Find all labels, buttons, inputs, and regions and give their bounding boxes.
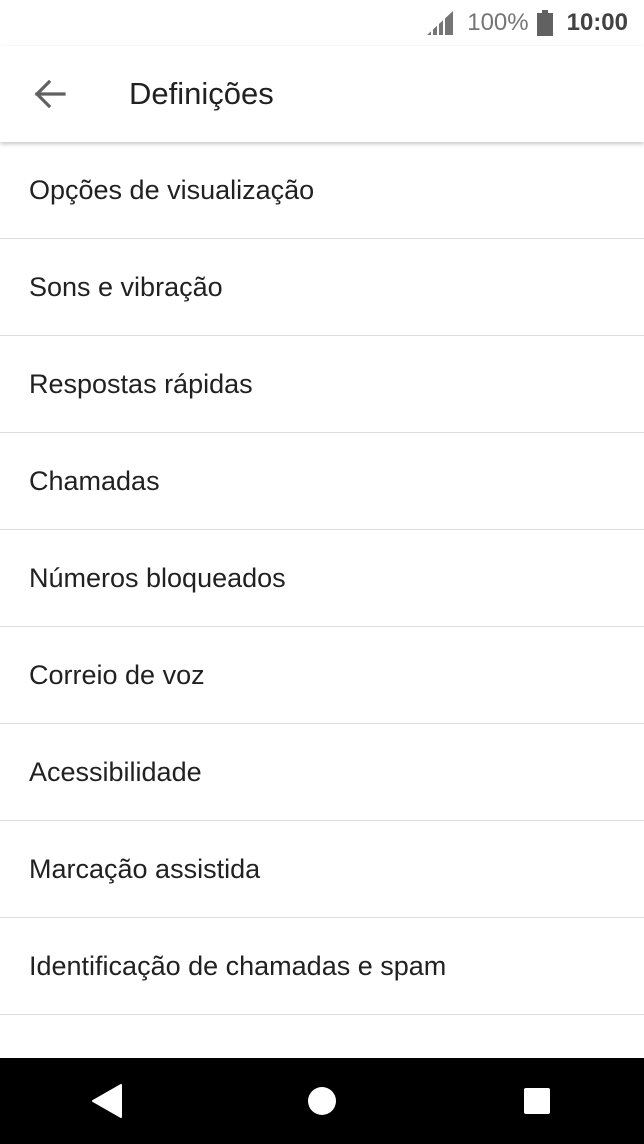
cellular-signal-icon [427,11,454,35]
nav-back-triangle-icon [91,1083,123,1119]
settings-item-display-options[interactable]: Opções de visualização [0,142,644,239]
battery-full-icon [536,10,553,36]
settings-item-assisted-dialing[interactable]: Marcação assistida [0,821,644,918]
settings-screen: 100% 10:00 Definições Opções de visualiz… [0,0,644,1144]
settings-list: Opções de visualização Sons e vibração R… [0,142,644,1058]
status-bar: 100% 10:00 [0,0,644,46]
page-title: Definições [129,76,274,111]
battery-percent: 100% [467,9,529,36]
settings-item-partial[interactable] [0,1015,644,1058]
nav-recents-square-icon [523,1087,551,1115]
arrow-back-icon [34,80,66,108]
app-bar: Definições [0,46,644,142]
nav-home-button[interactable] [282,1061,362,1141]
status-clock: 10:00 [566,9,628,36]
settings-item-blocked-numbers[interactable]: Números bloqueados [0,530,644,627]
nav-home-circle-icon [307,1086,337,1116]
back-button[interactable] [18,62,82,126]
navigation-bar [0,1058,644,1144]
settings-item-caller-id-spam[interactable]: Identificação de chamadas e spam [0,918,644,1015]
nav-back-button[interactable] [67,1061,147,1141]
settings-item-calls[interactable]: Chamadas [0,433,644,530]
settings-item-accessibility[interactable]: Acessibilidade [0,724,644,821]
nav-recents-button[interactable] [497,1061,577,1141]
settings-item-quick-responses[interactable]: Respostas rápidas [0,336,644,433]
settings-item-sounds-vibration[interactable]: Sons e vibração [0,239,644,336]
settings-item-voicemail[interactable]: Correio de voz [0,627,644,724]
